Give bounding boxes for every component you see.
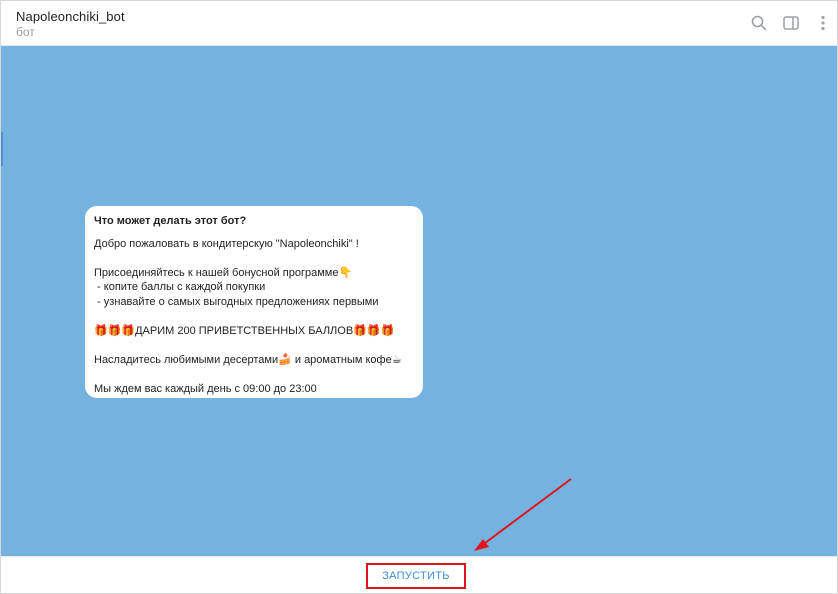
panel-edge-indicator	[1, 132, 3, 166]
bubble-heading: Что может делать этот бот?	[94, 215, 247, 227]
bonus-program-text: Присоединяйтесь к нашей бонусной програм…	[94, 266, 353, 279]
coffee-emoji-icon: ☕	[391, 353, 402, 366]
more-icon[interactable]	[813, 13, 833, 33]
chat-header: Napoleonchiki_bot бот	[1, 1, 837, 46]
chat-footer: ЗАПУСТИТЬ	[1, 556, 837, 593]
search-icon[interactable]	[749, 13, 769, 33]
sidebar-toggle-icon[interactable]	[781, 13, 801, 33]
hours-text: Мы ждем вас каждый день с 09:00 до 23:00	[94, 382, 317, 395]
bullet-item: - узнавайте о самых выгодных предложения…	[94, 295, 379, 308]
gift-emoji-icon: 🎁🎁🎁	[353, 324, 395, 337]
telegram-window: Napoleonchiki_bot бот Что может делать э…	[0, 0, 838, 594]
chat-subtitle: бот	[16, 25, 35, 39]
gift-emoji-icon: 🎁🎁🎁	[94, 324, 136, 337]
cake-emoji-icon: 🍰	[278, 353, 292, 366]
start-bot-button[interactable]: ЗАПУСТИТЬ	[366, 563, 466, 589]
bullet-item: - копите баллы с каждой покупки	[94, 281, 266, 293]
welcome-text: Добро пожаловать в кондитерскую "Napoleo…	[94, 237, 359, 250]
promo-text: 🎁🎁🎁ДАРИМ 200 ПРИВЕТСТВЕННЫХ БАЛЛОВ🎁🎁🎁	[94, 324, 395, 337]
bot-description-bubble: Что может делать этот бот? Добро пожалов…	[85, 206, 423, 398]
point-down-emoji-icon: 👇	[338, 266, 353, 279]
chat-title[interactable]: Napoleonchiki_bot	[16, 9, 125, 24]
desserts-text: Насладитесь любимыми десертами🍰 и аромат…	[94, 353, 402, 366]
